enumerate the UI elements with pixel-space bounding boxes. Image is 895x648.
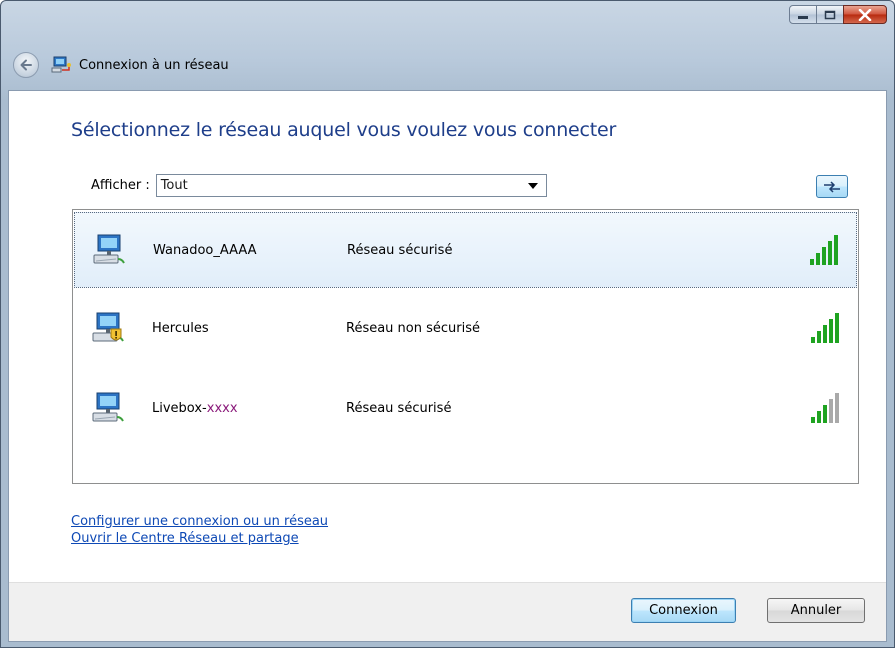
window-controls xyxy=(789,5,887,24)
network-list: Wanadoo_AAAA Réseau sécurisé Hercules Ré… xyxy=(72,209,859,484)
signal-bar xyxy=(823,405,827,423)
dialog-window: Connexion à un réseau Sélectionnez le ré… xyxy=(0,0,895,648)
nav-row: Connexion à un réseau xyxy=(13,52,229,78)
links-section: Configurer une connexion ou un réseau Ou… xyxy=(71,513,328,547)
refresh-icon xyxy=(824,180,840,193)
signal-bar xyxy=(829,319,833,343)
signal-bar xyxy=(835,313,839,343)
filter-select-value: Tout xyxy=(160,178,188,193)
back-arrow-icon xyxy=(20,59,32,71)
network-name-text: Wanadoo_AAAA xyxy=(153,242,257,258)
network-status: Réseau sécurisé xyxy=(347,242,453,258)
network-name: Wanadoo_AAAA xyxy=(153,243,257,258)
signal-bar xyxy=(817,411,821,423)
signal-bar xyxy=(835,393,839,423)
connect-button[interactable]: Connexion xyxy=(631,598,736,623)
signal-bar xyxy=(810,259,814,265)
network-name-masked: xxxx xyxy=(206,400,238,416)
maximize-icon xyxy=(824,10,836,19)
network-center-link[interactable]: Ouvrir le Centre Réseau et partage xyxy=(71,530,328,547)
network-name: Livebox-xxxx xyxy=(152,401,238,416)
signal-strength-icon xyxy=(810,235,838,265)
signal-bar xyxy=(834,235,838,265)
signal-bar xyxy=(823,325,827,343)
back-button[interactable] xyxy=(13,52,39,78)
signal-bar xyxy=(822,247,826,265)
signal-bar xyxy=(811,337,815,343)
chevron-down-icon xyxy=(527,182,538,189)
network-connection-icon xyxy=(51,56,71,73)
network-status: Réseau non sécurisé xyxy=(346,320,481,336)
dialog-content: Sélectionnez le réseau auquel vous voule… xyxy=(8,90,887,642)
maximize-button[interactable] xyxy=(816,5,844,24)
network-status: Réseau sécurisé xyxy=(346,400,452,416)
minimize-icon xyxy=(798,15,808,19)
filter-row: Afficher : Tout xyxy=(91,174,547,197)
filter-label: Afficher : xyxy=(91,178,150,193)
signal-bar xyxy=(811,417,815,423)
signal-strength-icon xyxy=(811,393,839,423)
wireless-network-icon xyxy=(93,234,125,264)
unsecured-network-icon xyxy=(92,312,124,342)
signal-strength-icon xyxy=(811,313,839,343)
signal-bar xyxy=(829,399,833,423)
signal-bar xyxy=(816,253,820,265)
minimize-button[interactable] xyxy=(789,5,817,24)
close-button[interactable] xyxy=(843,5,887,24)
filter-select[interactable]: Tout xyxy=(155,174,547,197)
network-row-hercules[interactable]: Hercules Réseau non sécurisé xyxy=(74,290,857,366)
network-row-wanadoo[interactable]: Wanadoo_AAAA Réseau sécurisé xyxy=(74,212,857,288)
wireless-network-icon xyxy=(92,392,124,422)
refresh-button[interactable] xyxy=(816,175,848,198)
window-title: Connexion à un réseau xyxy=(79,57,229,73)
close-icon xyxy=(858,8,872,21)
signal-bar xyxy=(828,241,832,265)
network-name-text: Hercules xyxy=(152,320,209,336)
dialog-footer: Connexion Annuler xyxy=(9,582,886,641)
setup-connection-link[interactable]: Configurer une connexion ou un réseau xyxy=(71,513,328,530)
network-name: Hercules xyxy=(152,321,209,336)
page-heading: Sélectionnez le réseau auquel vous voule… xyxy=(71,119,617,141)
cancel-button[interactable]: Annuler xyxy=(767,598,865,623)
signal-bar xyxy=(817,331,821,343)
network-row-livebox[interactable]: Livebox-xxxx Réseau sécurisé xyxy=(74,370,857,446)
network-name-text: Livebox- xyxy=(152,400,207,416)
